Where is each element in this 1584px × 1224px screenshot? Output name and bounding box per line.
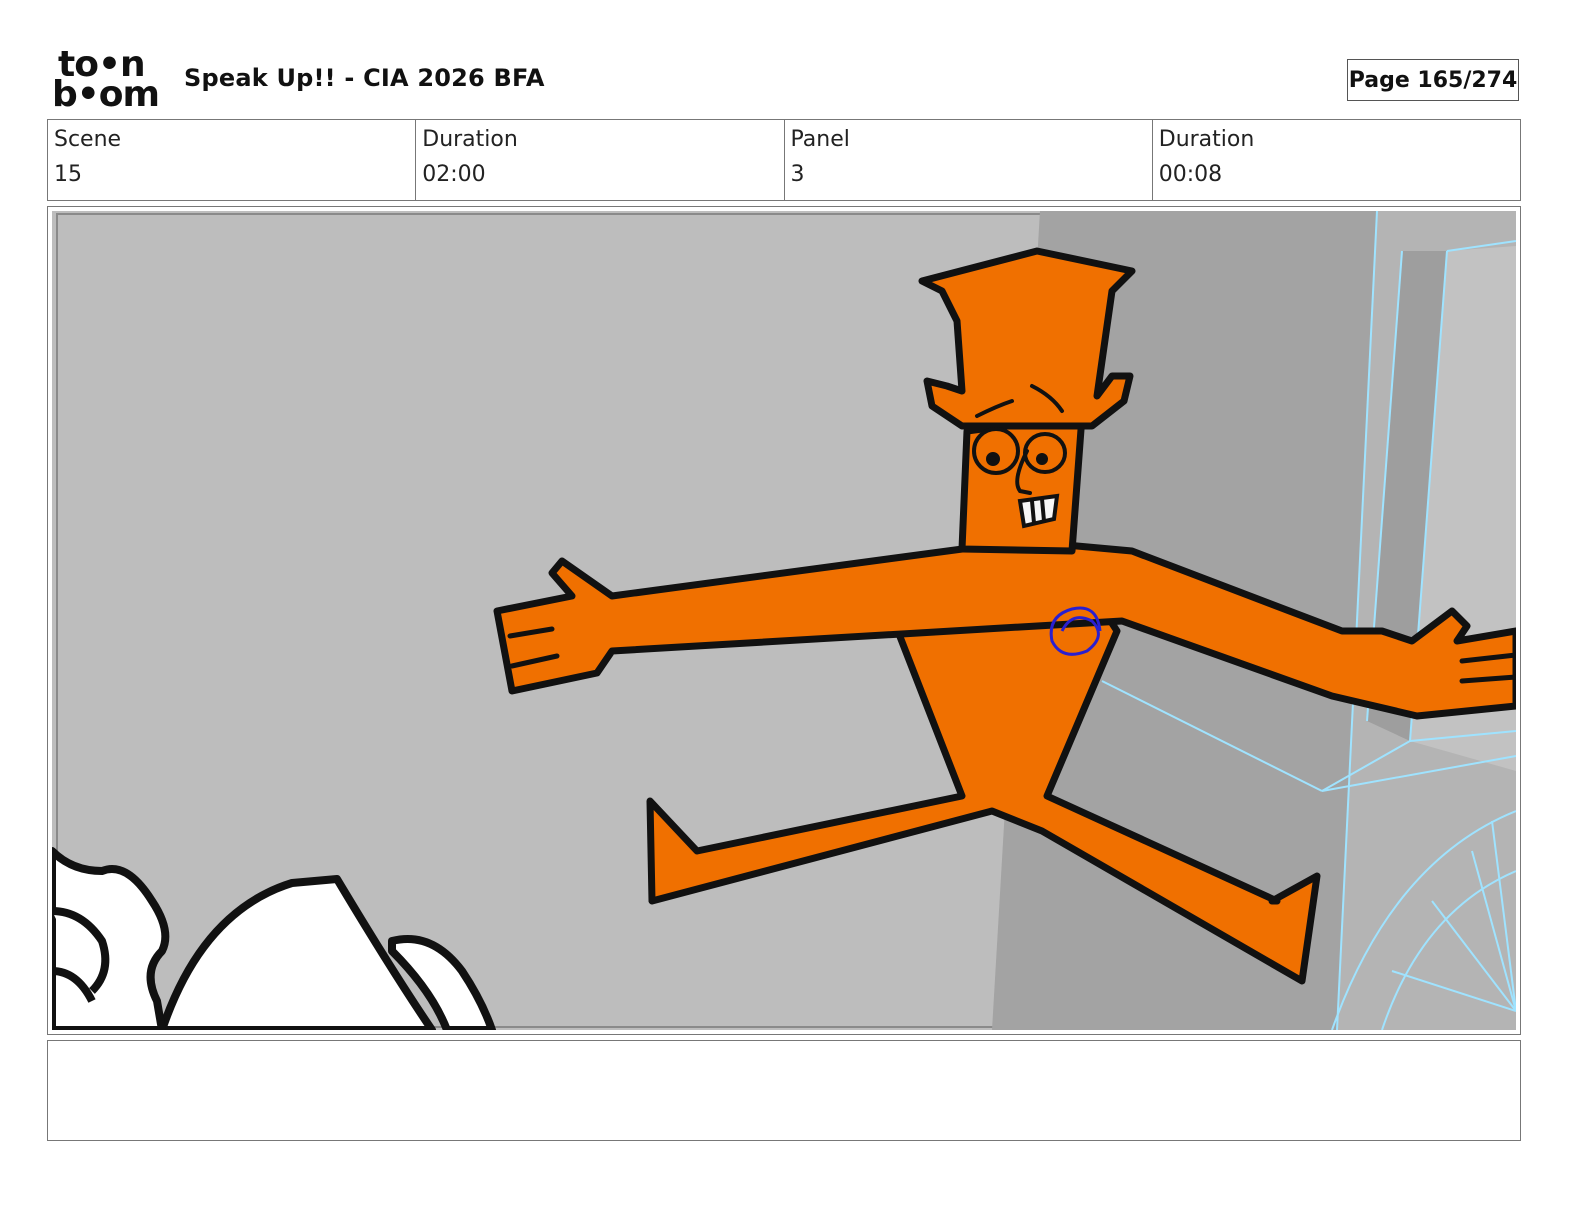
panel-label: Panel (790, 127, 850, 152)
panel-duration-label: Duration (1158, 127, 1255, 152)
panel-value: 3 (790, 162, 805, 187)
project-title: Speak Up!! - CIA 2026 BFA (184, 64, 545, 92)
scene-label: Scene (54, 127, 122, 152)
logo-word-bottom: b•om (52, 74, 160, 115)
toonboom-logo: to•n b•om (52, 47, 164, 115)
scene-cell: Scene 15 (48, 120, 417, 200)
page-number: Page 165/274 (1347, 59, 1519, 101)
panel-notes (47, 1040, 1521, 1141)
panel-drawing (52, 211, 1516, 1030)
storyboard-panel (47, 206, 1521, 1035)
panel-duration-cell: Duration 00:08 (1153, 120, 1520, 200)
panel-duration-value: 00:08 (1158, 162, 1223, 187)
panel-illustration (52, 211, 1516, 1030)
scene-info-table: Scene 15 Duration 02:00 Panel 3 Duration… (47, 119, 1521, 201)
scene-value: 15 (54, 162, 82, 187)
scene-duration-label: Duration (422, 127, 518, 152)
scene-duration-value: 02:00 (422, 162, 486, 187)
scene-duration-cell: Duration 02:00 (416, 120, 785, 200)
panel-cell: Panel 3 (785, 120, 1153, 200)
